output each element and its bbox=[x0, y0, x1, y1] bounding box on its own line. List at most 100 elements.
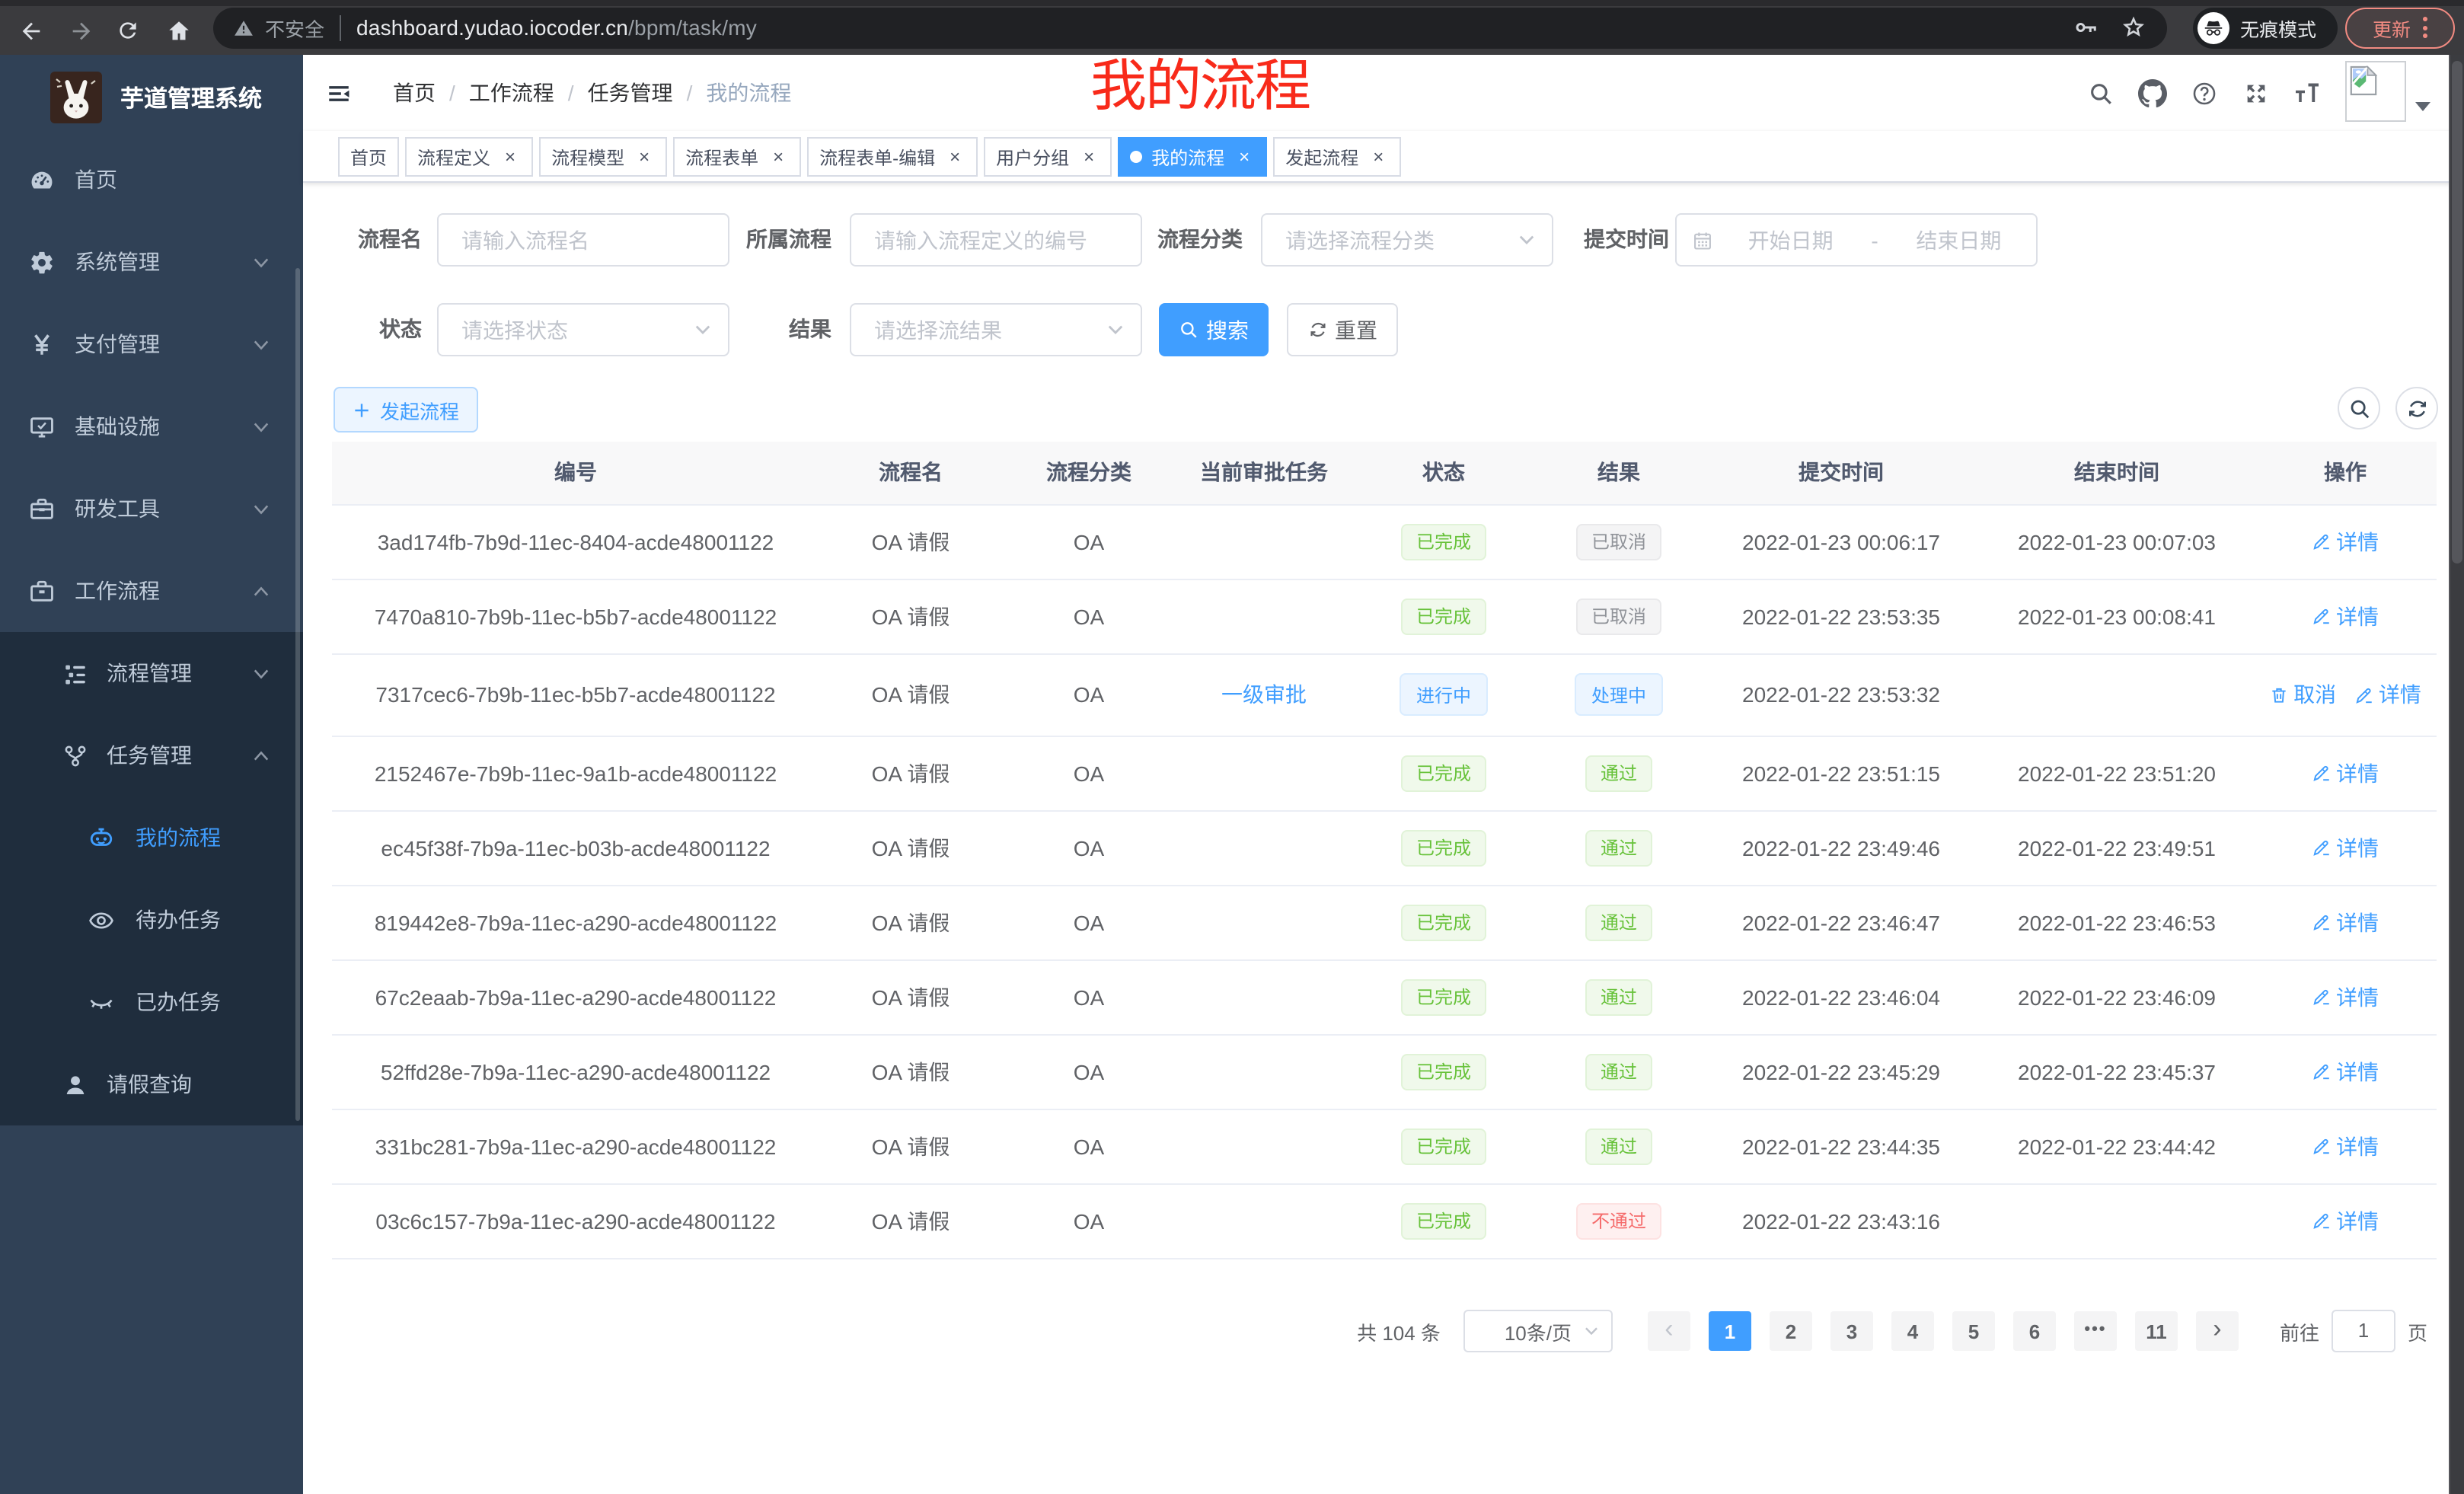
sidebar-item[interactable]: 任务管理 bbox=[0, 714, 303, 796]
github-icon[interactable] bbox=[2126, 55, 2178, 131]
detail-action[interactable]: 详情 bbox=[2312, 1131, 2379, 1161]
tab[interactable]: 用户分组 bbox=[984, 137, 1112, 177]
browser-update-button[interactable]: 更新 bbox=[2345, 7, 2455, 48]
scrollbar-thumb[interactable] bbox=[2452, 61, 2462, 563]
incognito-badge[interactable]: 无痕模式 bbox=[2193, 7, 2338, 48]
page-button[interactable]: 11 bbox=[2135, 1311, 2178, 1351]
browser-menu-icon[interactable] bbox=[2423, 17, 2427, 38]
filter-status-select[interactable]: 请选择状态 bbox=[437, 303, 729, 356]
cell-current-task[interactable] bbox=[1176, 1034, 1352, 1109]
breadcrumb-item[interactable]: 首页 bbox=[393, 78, 469, 108]
detail-action[interactable]: 详情 bbox=[2312, 832, 2379, 863]
filter-time-range[interactable]: 开始日期 - 结束日期 bbox=[1675, 213, 2038, 267]
sidebar-item[interactable]: 工作流程 bbox=[0, 550, 303, 632]
cell-current-task[interactable] bbox=[1176, 579, 1352, 653]
browser-forward-button[interactable] bbox=[64, 14, 97, 47]
cell-current-task[interactable] bbox=[1176, 1109, 1352, 1183]
detail-action[interactable]: 详情 bbox=[2312, 526, 2379, 557]
sidebar-scrollbar[interactable] bbox=[295, 268, 300, 1121]
tab-close-icon[interactable] bbox=[500, 146, 521, 168]
bookmark-star-icon[interactable] bbox=[2120, 14, 2147, 41]
time-separator: - bbox=[1868, 228, 1881, 252]
page-button[interactable] bbox=[2196, 1311, 2239, 1351]
search-button[interactable]: 搜索 bbox=[1159, 303, 1269, 356]
page-button[interactable]: 5 bbox=[1952, 1311, 1995, 1351]
sidebar-item[interactable]: 研发工具 bbox=[0, 468, 303, 550]
sidebar-item[interactable]: 系统管理 bbox=[0, 221, 303, 303]
tab-close-icon[interactable] bbox=[634, 146, 655, 168]
window-scrollbar[interactable] bbox=[2449, 55, 2464, 1494]
tab[interactable]: 流程模型 bbox=[539, 137, 667, 177]
filter-result-select[interactable]: 请选择流结果 bbox=[850, 303, 1142, 356]
create-process-button[interactable]: 发起流程 bbox=[334, 387, 478, 433]
detail-action[interactable]: 详情 bbox=[2312, 1056, 2379, 1087]
toggle-search-button[interactable] bbox=[2338, 387, 2380, 429]
tab[interactable]: 流程表单-编辑 bbox=[807, 137, 978, 177]
address-bar[interactable]: 不安全 dashboard.yudao.iocoder.cn/bpm/task/… bbox=[213, 7, 2167, 48]
browser-reload-button[interactable] bbox=[111, 14, 145, 47]
cancel-action[interactable]: 取消 bbox=[2269, 679, 2336, 710]
refresh-table-button[interactable] bbox=[2395, 387, 2438, 429]
breadcrumb-item[interactable]: 任务管理 bbox=[588, 78, 707, 108]
avatar[interactable] bbox=[2345, 61, 2406, 122]
tab-close-icon[interactable] bbox=[1234, 146, 1255, 168]
page-size-select[interactable]: 10条/页 bbox=[1463, 1310, 1613, 1352]
detail-action[interactable]: 详情 bbox=[2312, 1205, 2379, 1236]
breadcrumb-item[interactable]: 工作流程 bbox=[469, 78, 588, 108]
reset-button[interactable]: 重置 bbox=[1287, 303, 1398, 356]
header-search-icon[interactable] bbox=[2074, 55, 2126, 131]
filter-category-select[interactable]: 请选择流程分类 bbox=[1261, 213, 1553, 267]
page-url[interactable]: dashboard.yudao.iocoder.cn/bpm/task/my bbox=[356, 15, 757, 40]
cell-current-task[interactable] bbox=[1176, 1183, 1352, 1258]
sidebar-collapse-icon[interactable] bbox=[326, 81, 352, 107]
browser-back-button[interactable] bbox=[14, 14, 47, 47]
browser-home-button[interactable] bbox=[161, 14, 195, 47]
page-button[interactable]: 2 bbox=[1770, 1311, 1812, 1351]
sidebar-item[interactable]: 首页 bbox=[0, 139, 303, 221]
tab-close-icon[interactable] bbox=[944, 146, 965, 168]
tab-close-icon[interactable] bbox=[768, 146, 789, 168]
password-key-icon[interactable] bbox=[2073, 14, 2100, 41]
cell-current-task[interactable] bbox=[1176, 959, 1352, 1034]
detail-action[interactable]: 详情 bbox=[2312, 601, 2379, 631]
page-button[interactable]: 1 bbox=[1709, 1311, 1751, 1351]
detail-action[interactable]: 详情 bbox=[2312, 907, 2379, 937]
breadcrumb-item[interactable]: 我的流程 bbox=[706, 78, 791, 108]
tab-close-icon[interactable] bbox=[1078, 146, 1100, 168]
sidebar-item[interactable]: 已办任务 bbox=[0, 961, 303, 1043]
page-button[interactable]: 6 bbox=[2013, 1311, 2056, 1351]
cell-current-task[interactable] bbox=[1176, 736, 1352, 810]
cell-current-task[interactable] bbox=[1176, 810, 1352, 885]
sidebar-item[interactable]: 支付管理 bbox=[0, 303, 303, 385]
filter-parent-input[interactable]: 请输入流程定义的编号 bbox=[850, 213, 1142, 267]
filter-name-input[interactable]: 请输入流程名 bbox=[437, 213, 729, 267]
page-button[interactable]: 3 bbox=[1830, 1311, 1873, 1351]
sidebar-item[interactable]: 请假查询 bbox=[0, 1043, 303, 1125]
tab[interactable]: 流程定义 bbox=[405, 137, 533, 177]
tab[interactable]: 我的流程 bbox=[1118, 137, 1267, 177]
cell-current-task[interactable] bbox=[1176, 504, 1352, 579]
tab-close-icon[interactable] bbox=[1368, 146, 1389, 168]
tab[interactable]: 首页 bbox=[338, 137, 399, 177]
sidebar-item[interactable]: 流程管理 bbox=[0, 632, 303, 714]
cell-current-task[interactable]: 一级审批 bbox=[1176, 653, 1352, 736]
fullscreen-icon[interactable] bbox=[2229, 55, 2281, 131]
jump-page-input[interactable]: 1 bbox=[2332, 1310, 2395, 1352]
sidebar-item[interactable]: 我的流程 bbox=[0, 796, 303, 879]
sidebar-item[interactable]: 待办任务 bbox=[0, 879, 303, 961]
page-button[interactable] bbox=[2074, 1311, 2117, 1351]
detail-action[interactable]: 详情 bbox=[2312, 982, 2379, 1012]
app-logo[interactable]: 芋道管理系统 bbox=[0, 55, 303, 139]
tab[interactable]: 流程表单 bbox=[673, 137, 801, 177]
help-icon[interactable] bbox=[2178, 55, 2229, 131]
avatar-caret-icon[interactable] bbox=[2415, 102, 2430, 119]
sidebar-item[interactable]: 基础设施 bbox=[0, 385, 303, 468]
font-size-icon[interactable] bbox=[2281, 55, 2333, 131]
not-secure-label[interactable]: 不安全 bbox=[265, 13, 324, 42]
detail-action[interactable]: 详情 bbox=[2312, 758, 2379, 788]
detail-action[interactable]: 详情 bbox=[2354, 679, 2421, 710]
tab[interactable]: 发起流程 bbox=[1273, 137, 1401, 177]
page-button[interactable] bbox=[1648, 1311, 1690, 1351]
cell-current-task[interactable] bbox=[1176, 885, 1352, 959]
page-button[interactable]: 4 bbox=[1891, 1311, 1934, 1351]
